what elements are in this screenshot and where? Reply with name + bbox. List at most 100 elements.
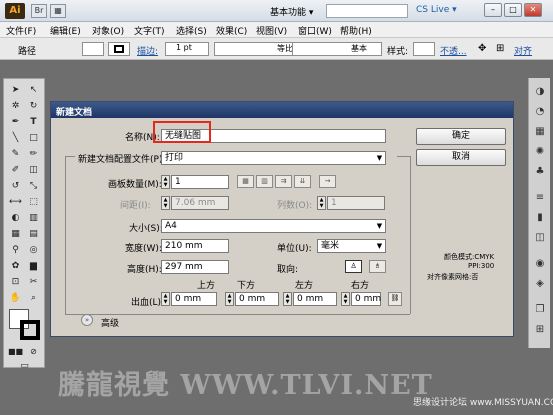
- artboards-stepper[interactable]: ▲ ▼: [161, 175, 170, 189]
- artboards-field[interactable]: 1: [171, 175, 229, 189]
- size-dropdown[interactable]: A4 ▼: [161, 219, 386, 233]
- isolate-icon[interactable]: ⊞: [496, 43, 510, 55]
- color-panel-icon[interactable]: ◑: [532, 84, 548, 100]
- rotate-tool-icon[interactable]: ↺: [7, 179, 24, 193]
- close-window-button[interactable]: ✕: [524, 3, 542, 17]
- eyedropper-icon[interactable]: ⚲: [7, 243, 24, 257]
- artboards-panel-icon[interactable]: ⊞: [532, 322, 548, 338]
- appearance-icon[interactable]: ◉: [532, 256, 548, 272]
- menu-edit[interactable]: 编辑(E): [50, 24, 81, 37]
- graphic-style-swatch[interactable]: [413, 42, 435, 56]
- pencil-icon[interactable]: ✏: [25, 147, 42, 161]
- maximize-button[interactable]: □: [504, 3, 522, 17]
- arrange-by-row-icon[interactable]: ⇉: [275, 175, 292, 188]
- width-tool-icon[interactable]: ⟷: [7, 195, 24, 209]
- menu-object[interactable]: 对象(O): [92, 24, 124, 37]
- zoom-tool-icon[interactable]: ⌕: [25, 291, 42, 305]
- pen-tool-icon[interactable]: ✒: [7, 115, 24, 129]
- scale-tool-icon[interactable]: ⤡: [25, 179, 42, 193]
- type-tool-icon[interactable]: T: [25, 115, 42, 129]
- menu-effect[interactable]: 效果(C): [216, 24, 247, 37]
- recolor-icon[interactable]: ✥: [478, 43, 492, 55]
- advanced-label[interactable]: 高级: [101, 316, 119, 329]
- arrange-by-column-icon[interactable]: ⇊: [294, 175, 311, 188]
- brushes-icon[interactable]: ✺: [532, 144, 548, 160]
- menu-file[interactable]: 文件(F): [6, 24, 36, 37]
- swatches-icon[interactable]: ▦: [532, 124, 548, 140]
- bridge-icon[interactable]: Br: [31, 4, 47, 18]
- bleed-bottom-stepper[interactable]: ▲ ▼: [225, 292, 234, 306]
- rectangle-tool-icon[interactable]: □: [25, 131, 42, 145]
- arrange-icon[interactable]: ▦: [50, 4, 66, 18]
- link-bleed-icon[interactable]: ⛓: [388, 292, 402, 306]
- menu-view[interactable]: 视图(V): [256, 24, 287, 37]
- color-mode-icons[interactable]: ■■: [7, 345, 24, 359]
- profile-dropdown[interactable]: 打印 ▼: [161, 151, 386, 165]
- bleed-right-field[interactable]: 0 mm: [351, 292, 381, 306]
- bleed-left-field[interactable]: 0 mm: [293, 292, 337, 306]
- selection-tool-icon[interactable]: ➤: [7, 83, 24, 97]
- group-border-left: [65, 156, 66, 314]
- lasso-icon[interactable]: ↻: [25, 99, 42, 113]
- align-link[interactable]: 对齐: [514, 44, 532, 57]
- graphic-styles-icon[interactable]: ◈: [532, 276, 548, 292]
- grid-by-row-icon[interactable]: ▦: [237, 175, 254, 188]
- stroke-panel-icon[interactable]: ≡: [532, 190, 548, 206]
- transparency-icon[interactable]: ◫: [532, 230, 548, 246]
- stroke-swatch[interactable]: [108, 42, 130, 56]
- none-icon[interactable]: ⊘: [25, 345, 42, 359]
- blob-brush-icon[interactable]: ✐: [7, 163, 24, 177]
- paintbrush-icon[interactable]: ✎: [7, 147, 24, 161]
- symbols-icon[interactable]: ♣: [532, 164, 548, 180]
- fill-swatch[interactable]: [82, 42, 104, 56]
- menu-select[interactable]: 选择(S): [176, 24, 207, 37]
- artboard-tool-icon[interactable]: ⊡: [7, 275, 24, 289]
- workspace-switcher[interactable]: 基本功能 ▾: [270, 5, 313, 18]
- width-field[interactable]: 210 mm: [161, 239, 229, 253]
- menu-help[interactable]: 帮助(H): [340, 24, 372, 37]
- bleed-left-stepper[interactable]: ▲ ▼: [283, 292, 292, 306]
- grid-by-column-icon[interactable]: ▥: [256, 175, 273, 188]
- screen-mode-icon[interactable]: ▭: [16, 359, 33, 373]
- magic-wand-icon[interactable]: ✲: [7, 99, 24, 113]
- bleed-top-stepper[interactable]: ▲ ▼: [161, 292, 170, 306]
- brush-definition[interactable]: 基本: [292, 42, 382, 56]
- stroke-link[interactable]: 描边:: [137, 44, 158, 57]
- gradient-panel-icon[interactable]: ▮: [532, 210, 548, 226]
- opacity-link[interactable]: 不透...: [440, 44, 467, 57]
- slice-tool-icon[interactable]: ✂: [25, 275, 42, 289]
- cancel-button[interactable]: 取消: [416, 149, 506, 166]
- expand-advanced-icon[interactable]: »: [81, 314, 93, 326]
- graph-tool-icon[interactable]: ▆: [25, 259, 42, 273]
- menu-window[interactable]: 窗口(W): [298, 24, 332, 37]
- bleed-right-stepper[interactable]: ▲ ▼: [341, 292, 350, 306]
- line-tool-icon[interactable]: ╲: [7, 131, 24, 145]
- landscape-icon[interactable]: ♗: [369, 260, 386, 273]
- portrait-icon[interactable]: ♙: [345, 260, 362, 273]
- menu-type[interactable]: 文字(T): [134, 24, 165, 37]
- help-search-input[interactable]: [326, 4, 408, 18]
- direct-selection-tool-icon[interactable]: ↖: [25, 83, 42, 97]
- layers-icon[interactable]: ❐: [532, 302, 548, 318]
- free-transform-icon[interactable]: ⬚: [25, 195, 42, 209]
- units-dropdown[interactable]: 毫米 ▼: [317, 239, 386, 253]
- stroke-color-icon[interactable]: [20, 320, 40, 340]
- right-to-left-icon[interactable]: →: [319, 175, 336, 188]
- shape-builder-icon[interactable]: ◐: [7, 211, 24, 225]
- hand-tool-icon[interactable]: ✋: [7, 291, 24, 305]
- height-field[interactable]: 297 mm: [161, 260, 229, 274]
- color-guide-icon[interactable]: ◔: [532, 104, 548, 120]
- spacing-label: 间距(I):: [120, 201, 151, 211]
- cs-live-button[interactable]: CS Live ▾: [416, 5, 457, 15]
- bleed-top-field[interactable]: 0 mm: [171, 292, 217, 306]
- ok-button[interactable]: 确定: [416, 128, 506, 145]
- live-paint-icon[interactable]: ▥: [25, 211, 42, 225]
- minimize-button[interactable]: –: [484, 3, 502, 17]
- blend-tool-icon[interactable]: ◎: [25, 243, 42, 257]
- eraser-icon[interactable]: ◫: [25, 163, 42, 177]
- bleed-bottom-field[interactable]: 0 mm: [235, 292, 279, 306]
- mesh-tool-icon[interactable]: ▦: [7, 227, 24, 241]
- gradient-tool-icon[interactable]: ▤: [25, 227, 42, 241]
- symbol-sprayer-icon[interactable]: ✿: [7, 259, 24, 273]
- stroke-weight-field[interactable]: 1 pt: [165, 42, 209, 56]
